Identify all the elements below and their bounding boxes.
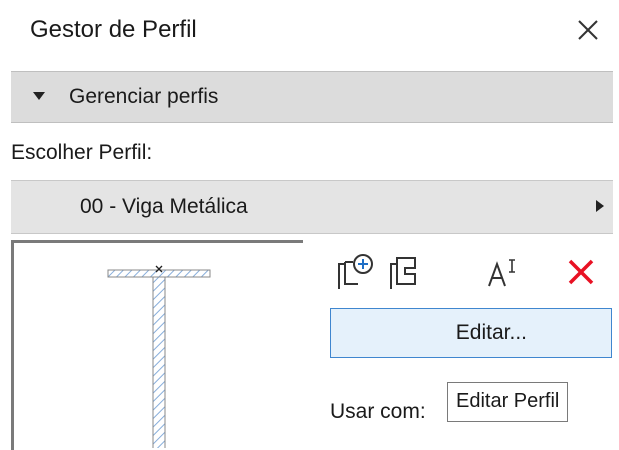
duplicate-profile-icon[interactable] [385, 252, 427, 292]
web [152, 276, 166, 448]
selected-profile: 00 - Viga Metálica [80, 195, 248, 218]
dialog-title: Gestor de Perfil [30, 16, 197, 43]
tooltip: Editar Perfil [447, 382, 569, 422]
expand-arrow-icon[interactable] [596, 200, 604, 212]
rename-profile-icon[interactable] [483, 252, 525, 292]
new-profile-icon[interactable] [334, 252, 376, 292]
close-icon[interactable] [573, 16, 603, 46]
edit-button[interactable]: Editar... [330, 308, 612, 358]
flange [107, 269, 211, 278]
collapse-triangle-icon[interactable] [33, 92, 45, 100]
profile-preview [11, 240, 303, 450]
delete-profile-icon[interactable] [562, 252, 604, 292]
section-label: Gerenciar perfis [69, 85, 219, 108]
use-with-label: Usar com: [330, 400, 426, 423]
choose-profile-label: Escolher Perfil: [11, 141, 153, 164]
profile-selector[interactable]: 00 - Viga Metálica [11, 180, 613, 234]
profile-shape-preview [107, 265, 211, 448]
manage-profiles-section-header[interactable]: Gerenciar perfis [11, 71, 613, 123]
